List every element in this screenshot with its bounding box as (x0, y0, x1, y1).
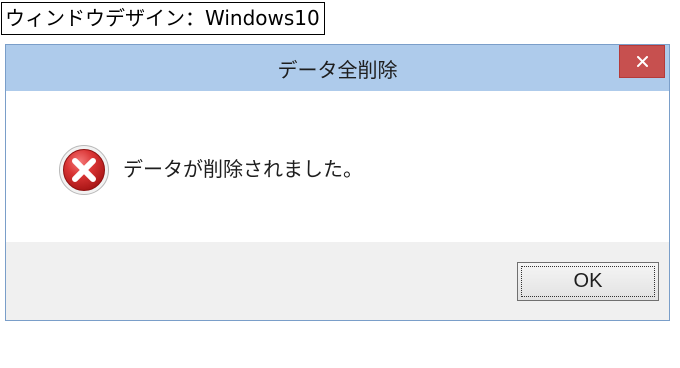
dialog-title: データ全削除 (277, 58, 398, 82)
dialog-footer: OK (6, 242, 669, 320)
dialog-window: データ全削除 データが削除されました。 OK (5, 44, 670, 321)
ok-button-label: OK (573, 270, 603, 292)
error-icon (59, 145, 109, 195)
close-icon (637, 56, 648, 67)
ok-button[interactable]: OK (517, 262, 659, 301)
close-button[interactable] (619, 45, 665, 78)
page-caption: ウィンドウデザイン：Windows10 (1, 2, 325, 35)
title-bar[interactable]: データ全削除 (6, 45, 669, 91)
dialog-content: データが削除されました。 (6, 91, 669, 242)
dialog-message: データが削除されました。 (123, 157, 363, 181)
